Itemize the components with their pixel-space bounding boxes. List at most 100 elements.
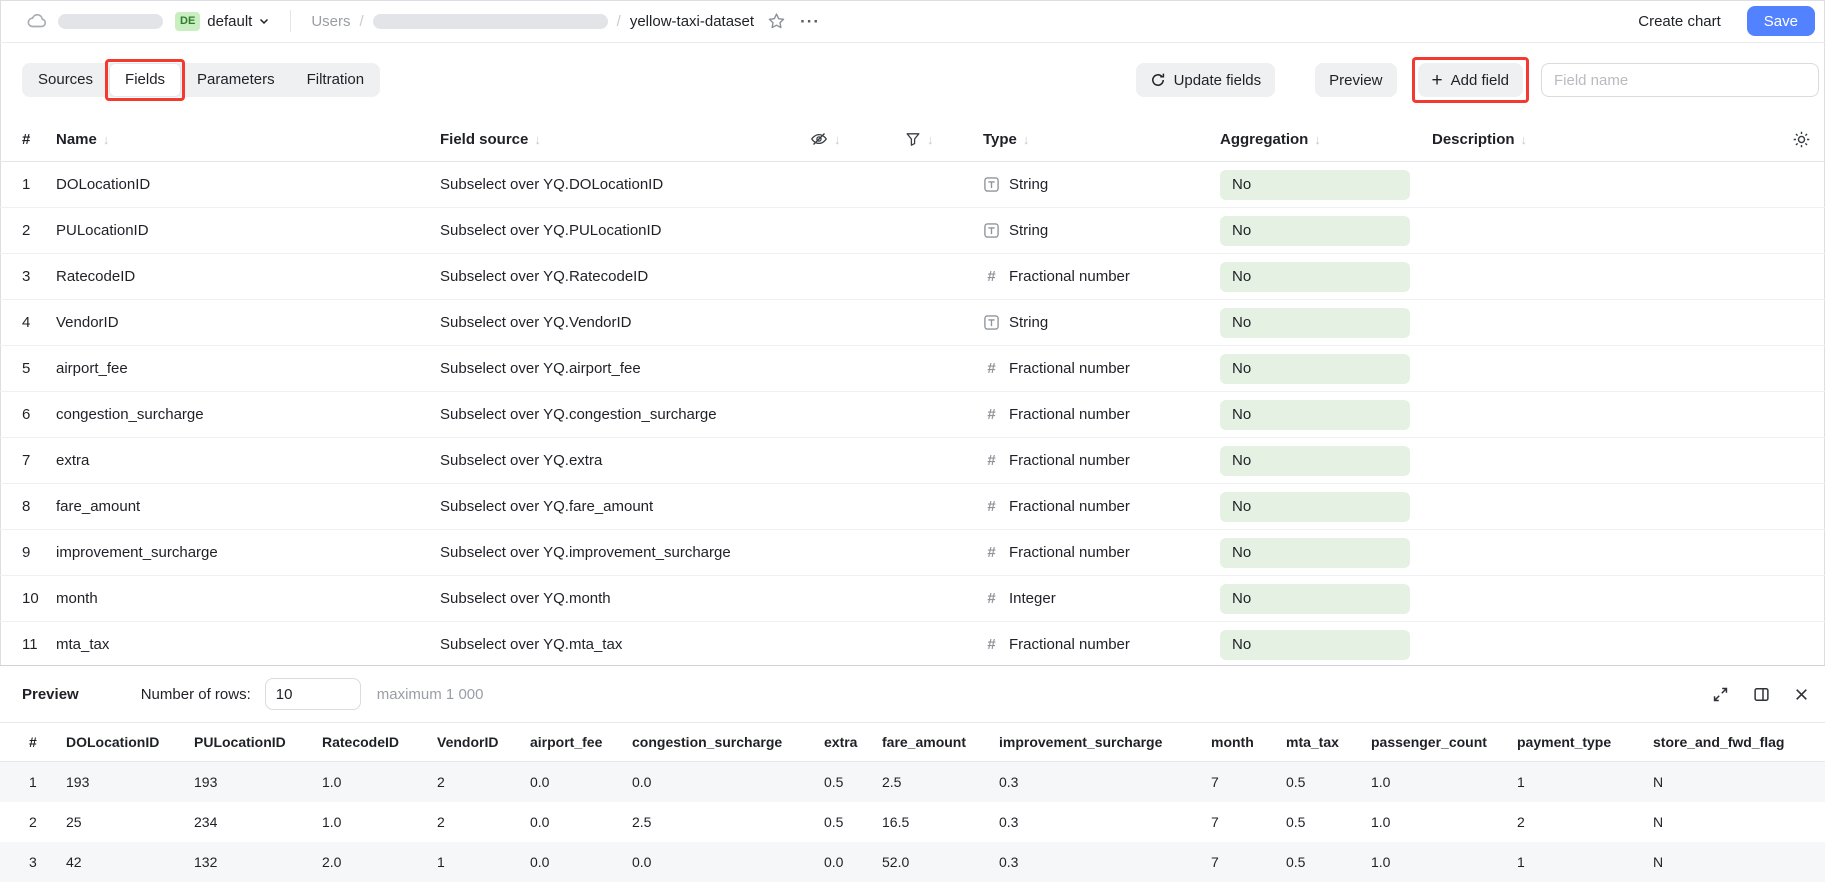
- field-name[interactable]: improvement_surcharge: [56, 544, 440, 561]
- preview-title: Preview: [22, 686, 79, 703]
- breadcrumb: Users / / yellow-taxi-dataset: [311, 13, 754, 30]
- field-type-label: Fractional number: [1009, 498, 1130, 515]
- field-name[interactable]: RatecodeID: [56, 268, 440, 285]
- expand-icon[interactable]: [1712, 686, 1729, 703]
- row-index: 7: [22, 452, 56, 469]
- field-type-label: Fractional number: [1009, 268, 1130, 285]
- aggregation-select[interactable]: No: [1220, 492, 1410, 522]
- field-source: Subselect over YQ.month: [440, 590, 810, 607]
- number-type-icon: [983, 452, 1000, 469]
- preview-toggle-button[interactable]: Preview: [1315, 63, 1396, 97]
- preview-column-header: month: [1211, 734, 1286, 750]
- field-name[interactable]: VendorID: [56, 314, 440, 331]
- preview-cell: 1.0: [1371, 854, 1517, 870]
- preview-cell: 0.5: [824, 814, 882, 830]
- field-name[interactable]: extra: [56, 452, 440, 469]
- breadcrumb-root[interactable]: Users: [311, 13, 350, 30]
- column-header-hidden[interactable]: [810, 130, 905, 148]
- field-name-search-input[interactable]: [1541, 63, 1819, 97]
- column-header-description[interactable]: Description: [1432, 131, 1527, 148]
- tenant-badge: DE: [175, 12, 200, 31]
- aggregation-select[interactable]: No: [1220, 216, 1410, 246]
- preview-row: 11931931.020.00.00.52.50.370.51.01N: [0, 762, 1825, 802]
- preview-cell: 3: [29, 854, 66, 870]
- field-name[interactable]: mta_tax: [56, 636, 440, 653]
- side-panel-icon[interactable]: [1753, 686, 1770, 703]
- column-header-name[interactable]: Name: [56, 131, 440, 148]
- aggregation-select[interactable]: No: [1220, 308, 1410, 338]
- aggregation-select[interactable]: No: [1220, 262, 1410, 292]
- column-header-aggregation[interactable]: Aggregation: [1220, 131, 1432, 148]
- aggregation-value: No: [1232, 590, 1251, 607]
- field-name[interactable]: fare_amount: [56, 498, 440, 515]
- row-index: 9: [22, 544, 56, 561]
- close-icon[interactable]: [1794, 687, 1809, 702]
- number-type-icon: [983, 498, 1000, 515]
- tab-fields[interactable]: Fields: [109, 63, 181, 97]
- aggregation-select[interactable]: No: [1220, 170, 1410, 200]
- preview-cell: N: [1653, 854, 1817, 870]
- aggregation-value: No: [1232, 268, 1251, 285]
- add-field-button[interactable]: Add field: [1418, 63, 1523, 97]
- aggregation-select[interactable]: No: [1220, 400, 1410, 430]
- aggregation-select[interactable]: No: [1220, 354, 1410, 384]
- sort-arrow-down-icon: [103, 132, 110, 147]
- preview-cell: 7: [1211, 854, 1286, 870]
- create-chart-button[interactable]: Create chart: [1638, 13, 1721, 30]
- column-header-type[interactable]: Type: [983, 131, 1220, 148]
- preview-cell: 2.0: [322, 854, 437, 870]
- field-type-label: Fractional number: [1009, 544, 1130, 561]
- field-name[interactable]: month: [56, 590, 440, 607]
- preview-cell: 0.5: [1286, 774, 1371, 790]
- field-source: Subselect over YQ.airport_fee: [440, 360, 810, 377]
- field-name[interactable]: DOLocationID: [56, 176, 440, 193]
- aggregation-select[interactable]: No: [1220, 538, 1410, 568]
- preview-cell: 0.3: [999, 774, 1211, 790]
- save-button[interactable]: Save: [1747, 6, 1815, 36]
- preview-cell: 193: [194, 774, 322, 790]
- number-type-icon: [983, 360, 1000, 377]
- ellipsis-icon[interactable]: [800, 13, 820, 30]
- preview-cell: 0.3: [999, 854, 1211, 870]
- column-header-field-source[interactable]: Field source: [440, 131, 810, 148]
- aggregation-value: No: [1232, 360, 1251, 377]
- preview-cell: 1: [29, 774, 66, 790]
- tab-filtration[interactable]: Filtration: [291, 63, 381, 97]
- dataset-editor-page: { "colors": { "accent_blue": "#5282ff", …: [0, 0, 1825, 887]
- preview-cell: 1.0: [322, 774, 437, 790]
- table-row: 11 mta_tax Subselect over YQ.mta_tax Fra…: [0, 622, 1825, 668]
- tab-parameters[interactable]: Parameters: [181, 63, 291, 97]
- column-header-filter[interactable]: [905, 131, 983, 147]
- preview-cell: 1: [1517, 774, 1653, 790]
- table-row: 9 improvement_surcharge Subselect over Y…: [0, 530, 1825, 576]
- gear-icon[interactable]: [1792, 130, 1811, 149]
- aggregation-value: No: [1232, 498, 1251, 515]
- row-index: 10: [22, 590, 56, 607]
- preview-cell: 2: [437, 814, 530, 830]
- tenant-switcher[interactable]: DE default: [175, 12, 270, 31]
- field-name[interactable]: congestion_surcharge: [56, 406, 440, 423]
- field-name[interactable]: airport_fee: [56, 360, 440, 377]
- tab-fields-label: Fields: [125, 71, 165, 88]
- dataset-toolbar: Sources Fields Parameters Filtration Upd…: [0, 43, 1825, 117]
- number-of-rows-input[interactable]: [265, 678, 361, 710]
- preview-cell: 0.3: [999, 814, 1211, 830]
- field-source: Subselect over YQ.extra: [440, 452, 810, 469]
- preview-cell: 0.0: [824, 854, 882, 870]
- preview-column-header: extra: [824, 734, 882, 750]
- preview-cell: 2.5: [882, 774, 999, 790]
- field-type-label: Fractional number: [1009, 452, 1130, 469]
- row-index: 8: [22, 498, 56, 515]
- aggregation-select[interactable]: No: [1220, 584, 1410, 614]
- field-name[interactable]: PULocationID: [56, 222, 440, 239]
- preview-cell: 7: [1211, 814, 1286, 830]
- aggregation-select[interactable]: No: [1220, 446, 1410, 476]
- preview-panel: Preview Number of rows: maximum 1 000 #D…: [0, 665, 1825, 887]
- aggregation-select[interactable]: No: [1220, 630, 1410, 660]
- redacted-breadcrumb-folder[interactable]: [373, 14, 608, 29]
- aggregation-value: No: [1232, 636, 1251, 653]
- tab-sources[interactable]: Sources: [22, 63, 109, 97]
- star-icon[interactable]: [767, 12, 786, 31]
- table-row: 1 DOLocationID Subselect over YQ.DOLocat…: [0, 162, 1825, 208]
- update-fields-button[interactable]: Update fields: [1136, 63, 1276, 97]
